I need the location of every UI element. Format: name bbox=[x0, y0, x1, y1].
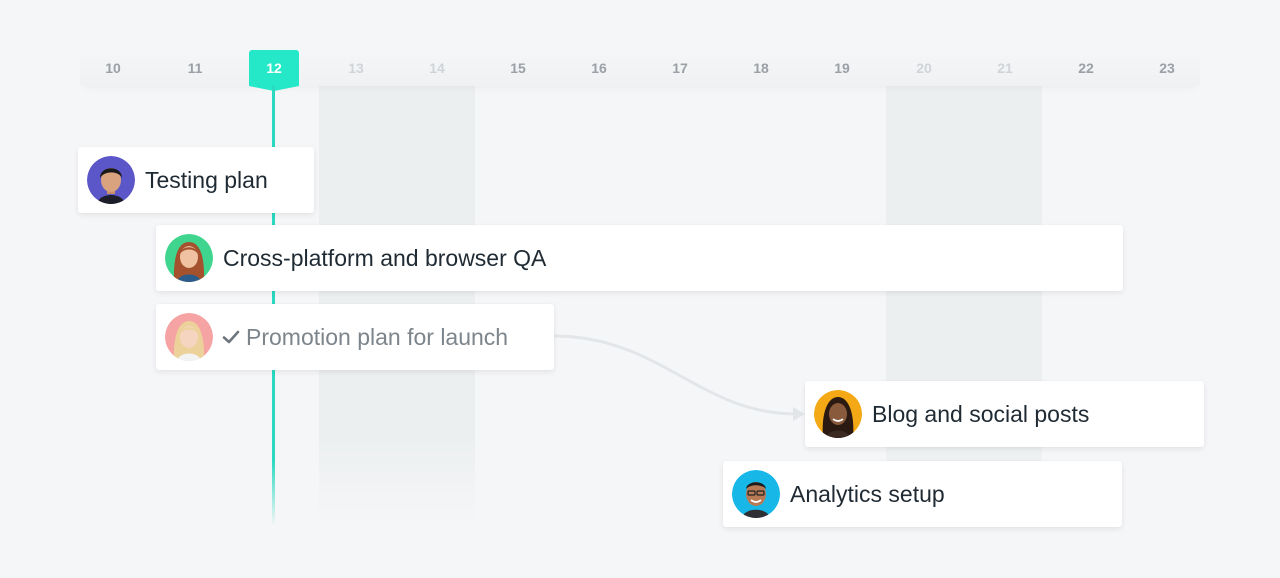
task-label: Promotion plan for launch bbox=[246, 323, 509, 350]
task-label: Blog and social posts bbox=[872, 400, 1090, 427]
task-label: Cross-platform and browser QA bbox=[223, 244, 547, 271]
avatar[interactable] bbox=[165, 234, 213, 282]
timeline-view: 10 11 12 13 14 15 16 17 18 19 20 21 22 2… bbox=[0, 0, 1280, 578]
task-analytics-setup[interactable]: Analytics setup bbox=[723, 461, 1122, 527]
task-cross-platform-qa[interactable]: Cross-platform and browser QA bbox=[156, 225, 1123, 291]
avatar[interactable] bbox=[165, 313, 213, 361]
task-label: Analytics setup bbox=[790, 480, 945, 507]
avatar[interactable] bbox=[87, 156, 135, 204]
task-promotion-plan[interactable]: Promotion plan for launch bbox=[156, 304, 554, 370]
avatar[interactable] bbox=[814, 390, 862, 438]
task-testing-plan[interactable]: Testing plan bbox=[78, 147, 314, 213]
avatar[interactable] bbox=[732, 470, 780, 518]
check-icon[interactable] bbox=[222, 328, 240, 346]
task-label: Testing plan bbox=[145, 166, 268, 193]
task-blog-social-posts[interactable]: Blog and social posts bbox=[805, 381, 1204, 447]
